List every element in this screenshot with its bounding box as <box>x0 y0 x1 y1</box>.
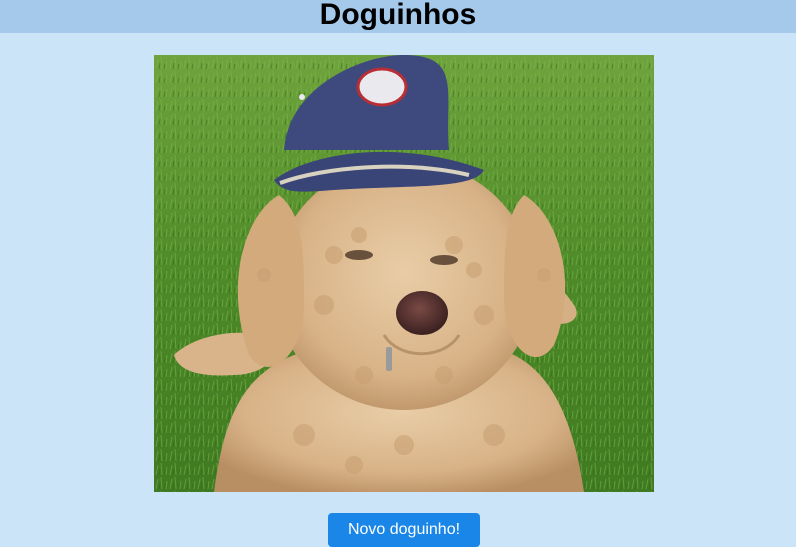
page-title: Doguinhos <box>319 0 477 31</box>
new-dog-button[interactable]: Novo doguinho! <box>328 513 480 547</box>
dog-illustration <box>154 55 654 492</box>
page-header: Doguinhos <box>0 0 796 33</box>
dog-photo <box>154 55 654 492</box>
